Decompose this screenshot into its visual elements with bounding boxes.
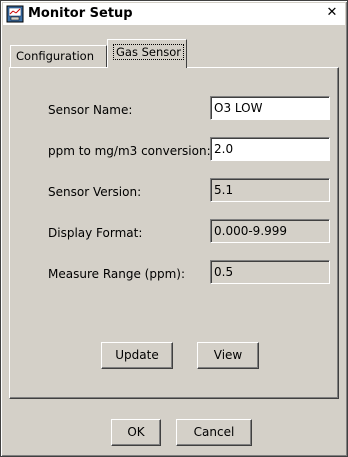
update-button[interactable]: Update [101,342,173,369]
measure-range-label: Measure Range (ppm): [48,267,185,281]
window-title: Monitor Setup [28,6,133,21]
display-format-label: Display Format: [48,226,143,240]
close-icon[interactable]: ✕ [325,6,339,20]
measure-range-field: 0.5 [210,260,330,284]
tab-configuration[interactable]: Configuration [10,45,107,67]
title-bar[interactable]: Monitor Setup ✕ [3,3,345,25]
sensor-version-field: 5.1 [210,178,330,202]
sensor-name-field[interactable]: O3 LOW [210,96,330,120]
ppm-conversion-field[interactable]: 2.0 [210,137,330,161]
display-format-field: 0.000-9.999 [210,219,330,243]
gas-sensor-panel: Sensor Name: O3 LOW ppm to mg/m3 convers… [9,67,339,399]
cancel-button[interactable]: Cancel [176,419,252,446]
tab-gas-sensor-label: Gas Sensor [113,44,185,60]
monitor-setup-icon [6,5,24,23]
ok-button[interactable]: OK [111,419,161,446]
sensor-version-label: Sensor Version: [48,185,142,199]
view-button[interactable]: View [197,342,259,369]
ppm-conversion-label: ppm to mg/m3 conversion: [48,144,211,158]
tab-configuration-label: Configuration [16,49,94,63]
tab-gas-sensor[interactable]: Gas Sensor [107,39,187,68]
monitor-setup-window: Monitor Setup ✕ Configuration Gas Sensor… [0,0,348,457]
sensor-name-label: Sensor Name: [48,103,133,117]
